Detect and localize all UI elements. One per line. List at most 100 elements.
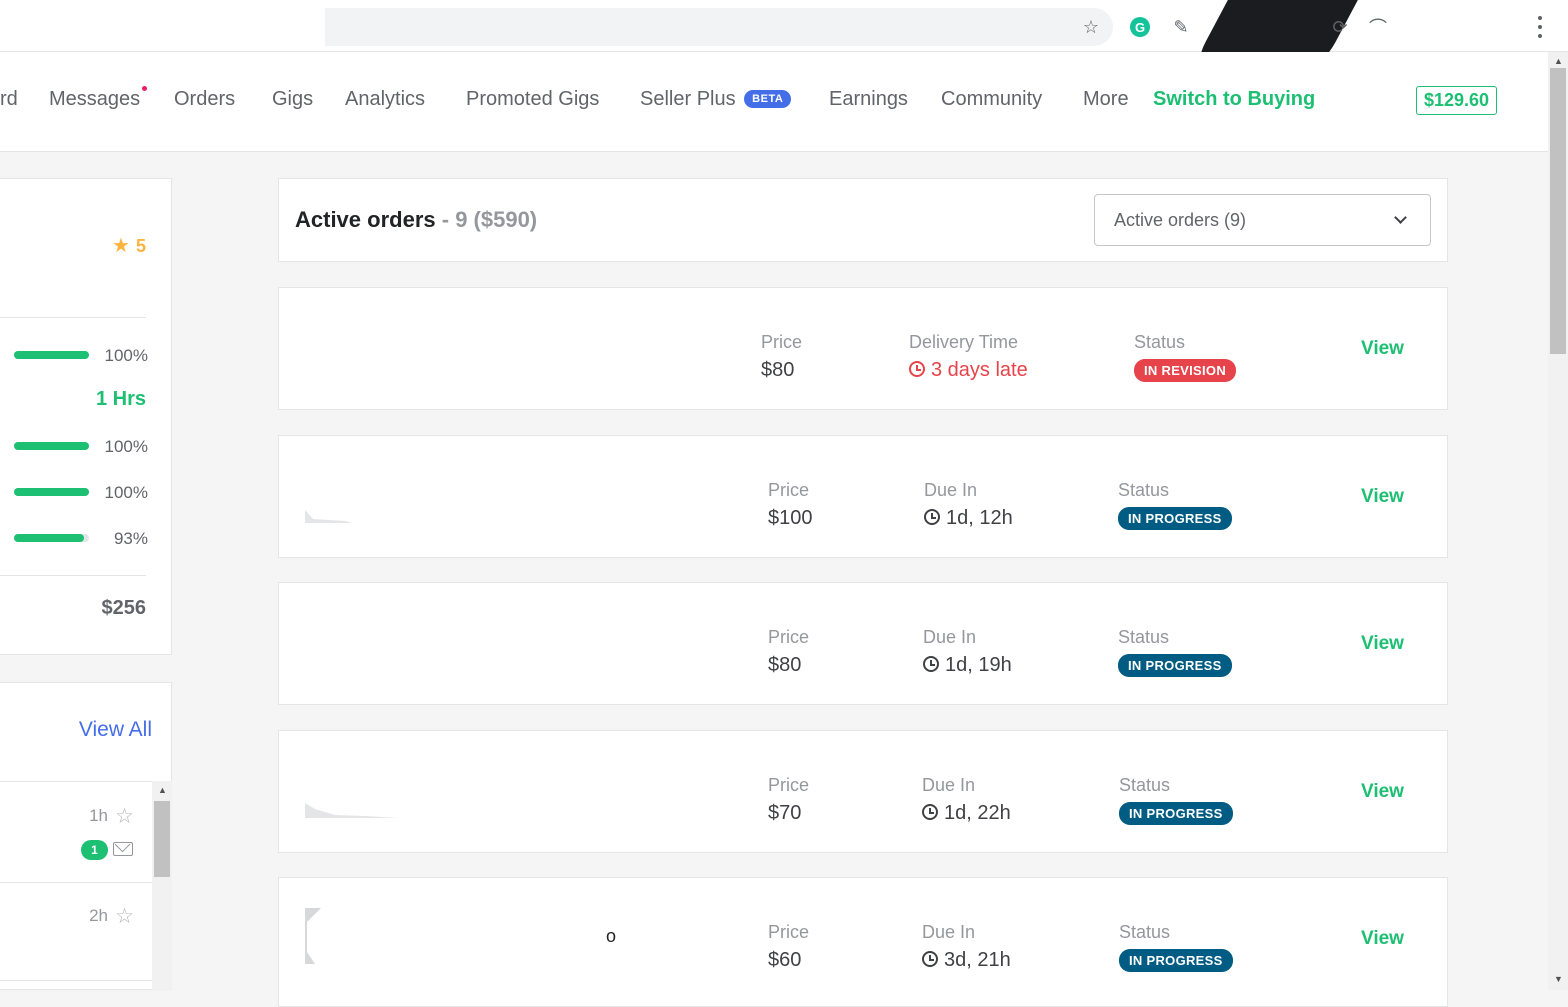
list-item[interactable]: 2h ☆ (0, 883, 152, 981)
progress-fill (14, 442, 89, 450)
switch-to-buying-link[interactable]: Switch to Buying (1153, 88, 1315, 111)
order-title-fragment: o (606, 926, 617, 946)
clock-icon (922, 804, 938, 820)
nav-earnings[interactable]: Earnings (829, 88, 908, 111)
star-icon: ★ (112, 235, 130, 257)
scrollbar-thumb[interactable] (1550, 68, 1566, 354)
time-value: 1d, 22h (922, 802, 1011, 825)
progress-fill (14, 488, 89, 496)
star-outline-icon[interactable]: ☆ (115, 804, 134, 829)
earned-amount: $256 (101, 597, 147, 619)
bookmark-star-icon[interactable]: ☆ (1080, 16, 1102, 38)
view-order-link[interactable]: View (1361, 633, 1404, 655)
scrollbar-thumb[interactable] (154, 801, 170, 877)
status-label: Status (1119, 775, 1171, 795)
browser-toolbar: ☆ G ✎ ⟳ ⌒ (0, 0, 1568, 86)
time-text: 3 days late (931, 359, 1028, 381)
status-badge: IN PROGRESS (1119, 949, 1233, 972)
nav-analytics[interactable]: Analytics (345, 88, 425, 111)
refresh-icon[interactable]: ⟳ (1329, 16, 1351, 38)
clock-icon (924, 509, 940, 525)
stat-bar-row: 100% (14, 483, 148, 503)
time-value: 3d, 21h (922, 949, 1011, 972)
view-order-link[interactable]: View (1361, 486, 1404, 508)
time-value: 1d, 12h (924, 507, 1013, 530)
price-value: $70 (768, 802, 802, 824)
page-scrollbar[interactable]: ▲ ▼ (1548, 52, 1568, 990)
stat-value: 100% (104, 437, 148, 456)
scroll-up-arrow-icon[interactable]: ▲ (158, 785, 167, 795)
view-all-link[interactable]: View All (79, 718, 152, 742)
address-bar[interactable] (325, 8, 1113, 46)
rainbow-icon[interactable]: ⌒ (1367, 16, 1389, 38)
status-badge: IN REVISION (1134, 359, 1237, 382)
nav-more[interactable]: More (1083, 88, 1129, 111)
scroll-up-arrow-icon[interactable]: ▲ (1554, 56, 1563, 66)
nav-community[interactable]: Community (941, 88, 1042, 111)
nav-seller-plus-label: Seller Plus (640, 88, 736, 110)
progress-track (14, 488, 89, 496)
status-label: Status (1134, 332, 1186, 352)
status-column: Status IN PROGRESS (1118, 480, 1232, 530)
nav-dashboard[interactable]: rd (0, 88, 18, 111)
price-label: Price (768, 627, 810, 647)
order-card: Price $80 Due In 1d, 19h Status IN PROGR… (278, 582, 1448, 705)
status-column: Status IN REVISION (1134, 332, 1237, 382)
mail-icon (113, 842, 133, 856)
eyedropper-icon[interactable]: ✎ (1170, 16, 1192, 38)
price-label: Price (768, 480, 810, 500)
gig-thumbnail (305, 908, 321, 964)
nav-messages-label: Messages (49, 88, 141, 110)
orders-title: Active orders (295, 207, 436, 232)
time-label: Due In (923, 627, 977, 647)
view-order-link[interactable]: View (1361, 781, 1404, 803)
time-label: Delivery Time (909, 332, 1019, 352)
stat-bar-row: 100% (14, 346, 148, 366)
status-column: Status IN PROGRESS (1119, 922, 1233, 972)
inbox-scrollbar[interactable]: ▲ (152, 781, 172, 991)
grammarly-icon[interactable]: G (1129, 16, 1151, 38)
nav-gigs[interactable]: Gigs (272, 88, 313, 111)
beta-badge: BETA (744, 90, 792, 108)
unread-count-badge: 1 (81, 840, 108, 860)
divider (0, 317, 146, 318)
nav-messages[interactable]: Messages (49, 86, 148, 111)
status-badge: IN PROGRESS (1119, 802, 1233, 825)
list-item[interactable]: 1h ☆ 1 (0, 782, 152, 883)
gig-thumbnail (305, 803, 399, 818)
clock-icon (922, 951, 938, 967)
price-column: Price $80 (768, 627, 809, 677)
status-column: Status IN PROGRESS (1118, 627, 1232, 677)
order-card: o Price $60 Due In 3d, 21h Status IN PRO… (278, 877, 1448, 1007)
scroll-down-arrow-icon[interactable]: ▼ (1554, 974, 1563, 984)
nav-orders[interactable]: Orders (174, 88, 235, 111)
price-column: Price $60 (768, 922, 809, 972)
time-label: Due In (922, 775, 976, 795)
stat-value: 93% (113, 529, 148, 548)
orders-filter-select[interactable]: Active orders (9) (1094, 194, 1431, 246)
status-column: Status IN PROGRESS (1119, 775, 1233, 825)
status-badge: IN PROGRESS (1118, 654, 1232, 677)
balance-badge[interactable]: $129.60 (1416, 86, 1498, 115)
time-value: 1d, 19h (923, 654, 1012, 677)
progress-fill (14, 351, 89, 359)
progress-track (14, 351, 89, 359)
seller-stats-card: ★ 5 100% 1 Hrs 100% 100% 93% $256 (0, 178, 172, 655)
select-value: Active orders (9) (1114, 210, 1247, 230)
nav-seller-plus[interactable]: Seller Plus BETA (640, 88, 792, 111)
time-column: Due In 1d, 12h (924, 480, 1013, 530)
time-column: Due In 3d, 21h (922, 922, 1011, 972)
view-order-link[interactable]: View (1361, 338, 1404, 360)
time-text: 1d, 19h (945, 654, 1012, 676)
kebab-menu-icon[interactable] (1530, 14, 1550, 40)
time-text: 3d, 21h (944, 949, 1011, 971)
price-column: Price $100 (768, 480, 813, 530)
order-card: Price $100 Due In 1d, 12h Status IN PROG… (278, 435, 1448, 558)
orders-summary: - 9 ($590) (441, 207, 538, 232)
status-label: Status (1118, 480, 1170, 500)
star-outline-icon[interactable]: ☆ (115, 904, 134, 929)
price-label: Price (768, 775, 810, 795)
nav-promoted-gigs[interactable]: Promoted Gigs (466, 88, 599, 111)
status-label: Status (1118, 627, 1170, 647)
view-order-link[interactable]: View (1361, 928, 1404, 950)
